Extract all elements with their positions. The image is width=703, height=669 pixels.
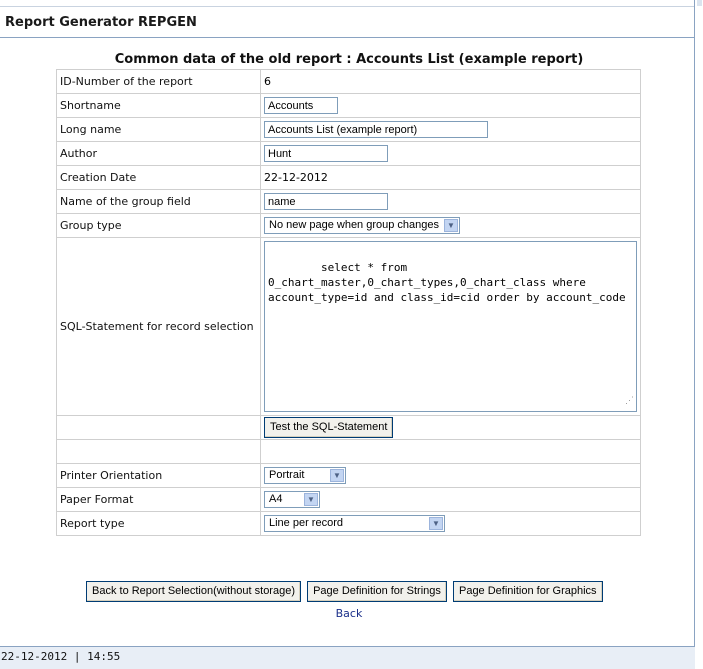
report-type-select[interactable]: Line per record ▼ — [264, 515, 445, 532]
longname-input[interactable] — [264, 121, 488, 138]
status-datetime: 22-12-2012 | 14:55 — [1, 650, 121, 663]
sql-textarea[interactable]: select * from 0_chart_master,0_chart_typ… — [264, 241, 637, 412]
status-bar: 22-12-2012 | 14:55 — [0, 646, 695, 669]
row-id: ID-Number of the report 6 — [56, 69, 641, 94]
chevron-down-icon: ▼ — [429, 517, 443, 530]
group-field-label: Name of the group field — [56, 189, 261, 214]
row-longname: Long name — [56, 117, 641, 142]
resize-grip-icon[interactable]: ⋰ — [625, 394, 634, 409]
page-heading: Common data of the old report : Accounts… — [114, 52, 584, 67]
row-shortname: Shortname — [56, 93, 641, 118]
group-type-select[interactable]: No new page when group changes ▼ — [264, 217, 460, 234]
chevron-down-icon: ▼ — [304, 493, 318, 506]
orientation-select[interactable]: Portrait ▼ — [264, 467, 346, 484]
author-input[interactable] — [264, 145, 388, 162]
shortname-label: Shortname — [56, 93, 261, 118]
row-author: Author — [56, 141, 641, 166]
paper-value: A4 — [269, 493, 283, 505]
shortname-input[interactable] — [264, 97, 338, 114]
author-label: Author — [56, 141, 261, 166]
chevron-down-icon: ▼ — [444, 219, 458, 232]
app-title: Report Generator REPGEN — [5, 15, 197, 30]
row-creation-date: Creation Date 22-12-2012 — [56, 165, 641, 190]
window-right-edge — [694, 0, 703, 668]
report-type-value: Line per record — [269, 517, 343, 529]
row-empty — [56, 439, 641, 464]
test-sql-button[interactable]: Test the SQL-Statement — [264, 417, 394, 438]
sql-text: select * from 0_chart_master,0_chart_typ… — [268, 261, 626, 304]
page-strings-button[interactable]: Page Definition for Strings — [307, 581, 447, 602]
top-frame — [0, 0, 703, 7]
paper-label: Paper Format — [56, 487, 261, 512]
creation-date-value: 22-12-2012 — [260, 165, 641, 190]
back-to-selection-button[interactable]: Back to Report Selection(without storage… — [86, 581, 301, 602]
id-value: 6 — [260, 69, 641, 94]
back-link[interactable]: Back — [0, 607, 698, 620]
orientation-label: Printer Orientation — [56, 463, 261, 488]
row-report-type: Report type Line per record ▼ — [56, 511, 641, 536]
paper-select[interactable]: A4 ▼ — [264, 491, 320, 508]
longname-label: Long name — [56, 117, 261, 142]
creation-date-label: Creation Date — [56, 165, 261, 190]
sql-label: SQL-Statement for record selection — [56, 237, 261, 416]
orientation-value: Portrait — [269, 469, 305, 481]
row-group-field: Name of the group field — [56, 189, 641, 214]
page-graphics-button[interactable]: Page Definition for Graphics — [452, 581, 603, 602]
id-label: ID-Number of the report — [56, 69, 261, 94]
group-type-label: Group type — [56, 213, 261, 238]
row-paper: Paper Format A4 ▼ — [56, 487, 641, 512]
group-type-value: No new page when group changes — [269, 219, 440, 231]
chevron-down-icon: ▼ — [330, 469, 344, 482]
title-divider — [0, 37, 694, 38]
action-buttons: Back to Report Selection(without storage… — [86, 579, 604, 602]
row-orientation: Printer Orientation Portrait ▼ — [56, 463, 641, 488]
report-form: ID-Number of the report 6 Shortname Long… — [56, 69, 641, 536]
group-field-input[interactable] — [264, 193, 388, 210]
row-test-sql: Test the SQL-Statement — [56, 415, 641, 440]
report-type-label: Report type — [56, 511, 261, 536]
row-group-type: Group type No new page when group change… — [56, 213, 641, 238]
row-sql: SQL-Statement for record selection selec… — [56, 237, 641, 416]
